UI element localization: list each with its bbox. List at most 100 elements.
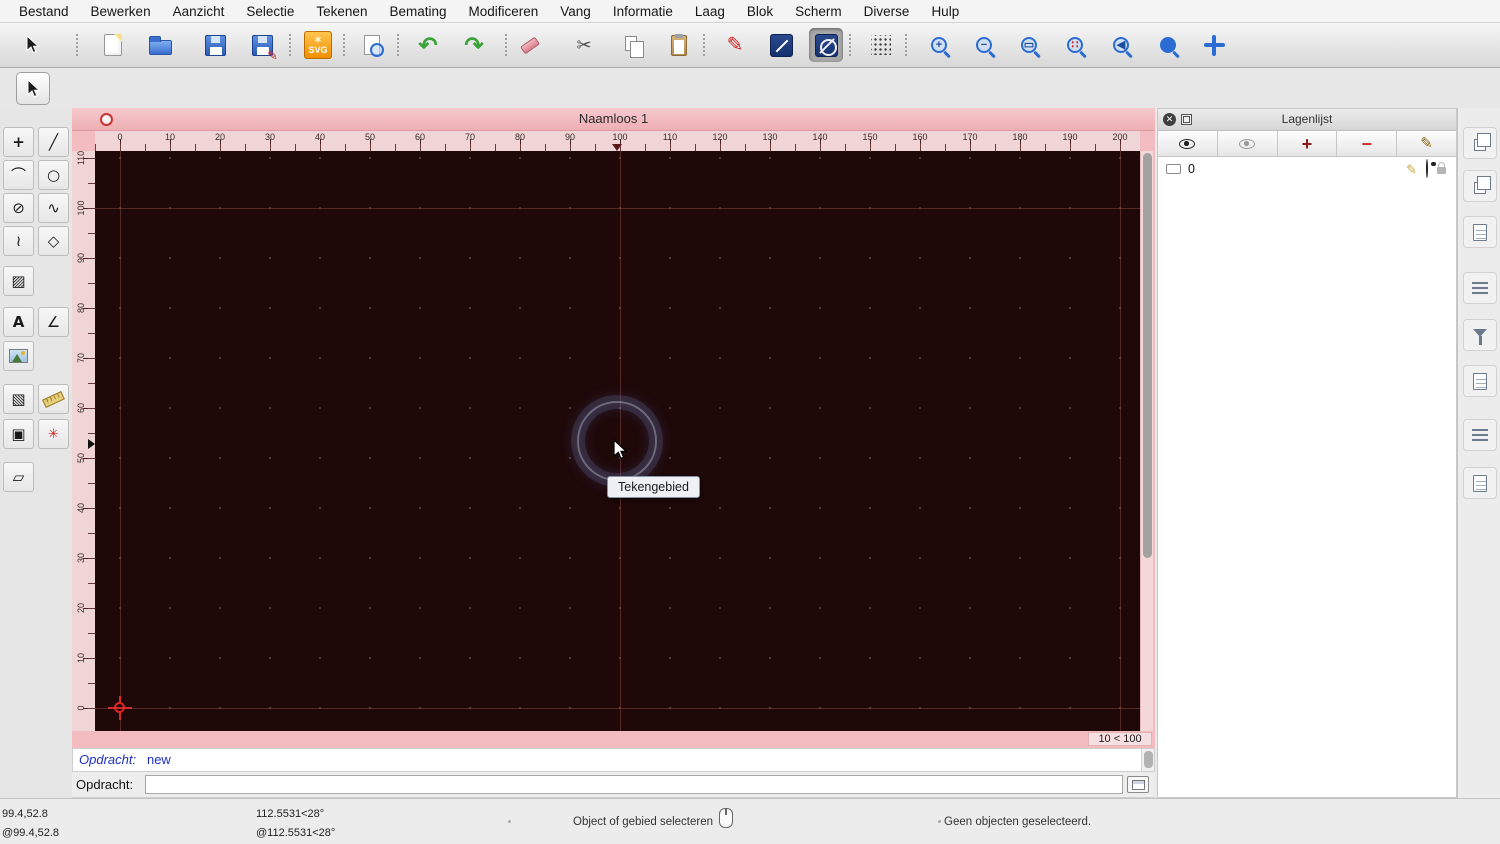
dock-layer-list-button[interactable] — [1463, 170, 1497, 202]
palette-ellipse-button[interactable]: ⊘ — [3, 193, 34, 223]
layer-remove-button[interactable]: − — [1337, 131, 1398, 156]
window-titlebar[interactable]: Naamloos 1 — [72, 108, 1155, 131]
command-panel-button[interactable] — [1127, 776, 1149, 793]
zoom-selection-button[interactable]: ∷ — [1058, 28, 1092, 62]
palette-text-button[interactable]: A — [3, 307, 34, 337]
history-scrollbar-thumb[interactable] — [1144, 751, 1153, 768]
attributes-button[interactable] — [764, 28, 798, 62]
print-preview-icon — [364, 35, 384, 57]
undo-button[interactable]: ↶ — [411, 28, 445, 62]
menu-vang[interactable]: Vang — [549, 0, 602, 23]
h-ruler-label: 150 — [862, 132, 878, 142]
layer-list-icon — [1474, 176, 1491, 194]
svg-export-button[interactable]: SVG — [301, 28, 335, 62]
menu-tekenen[interactable]: Tekenen — [305, 0, 378, 23]
menu-laag[interactable]: Laag — [684, 0, 736, 23]
menu-modificeren[interactable]: Modificeren — [458, 0, 550, 23]
paste-button[interactable] — [662, 28, 696, 62]
palette-polygon-button[interactable]: ◇ — [38, 226, 69, 256]
v-ruler-label: 110 — [76, 151, 86, 166]
dock-selection-filter-button[interactable] — [1463, 319, 1497, 351]
palette-line-button[interactable]: ╱ — [38, 127, 69, 157]
mouse-cursor — [613, 439, 628, 460]
eraser-button[interactable] — [513, 28, 547, 62]
v-ruler-label: 100 — [76, 200, 86, 216]
palette-shape-button[interactable]: ▣ — [3, 419, 34, 449]
menu-bestand[interactable]: Bestand — [8, 0, 80, 23]
menu-selectie[interactable]: Selectie — [235, 0, 305, 23]
history-scrollbar[interactable] — [1141, 749, 1154, 771]
palette-polyline-button[interactable]: ≀ — [3, 226, 34, 256]
save-as-button[interactable]: ✎ — [245, 28, 279, 62]
status-separator-dot — [508, 820, 511, 823]
menu-informatie[interactable]: Informatie — [602, 0, 684, 23]
library-browser-icon — [1473, 372, 1487, 390]
layer-lock-icon[interactable] — [1437, 162, 1446, 174]
pan-button[interactable] — [1197, 28, 1231, 62]
v-ruler-label: 80 — [76, 303, 86, 314]
palette-measure-button[interactable] — [38, 384, 69, 414]
menu-diverse[interactable]: Diverse — [853, 0, 921, 23]
menu-hulp[interactable]: Hulp — [920, 0, 970, 23]
palette-image-button[interactable] — [3, 341, 34, 371]
print-preview-button[interactable] — [355, 28, 389, 62]
menu-aanzicht[interactable]: Aanzicht — [162, 0, 236, 23]
window-zoom-button[interactable] — [1151, 28, 1185, 62]
select-tool-button[interactable] — [15, 28, 49, 62]
redo-button[interactable]: ↷ — [457, 28, 491, 62]
dock-command-line-button[interactable] — [1463, 419, 1497, 451]
grid-toggle-button[interactable] — [864, 28, 898, 62]
dock-block-list-button[interactable] — [1463, 216, 1497, 248]
status-hint: Object of gebied selecteren — [573, 816, 714, 828]
polyline-icon: ≀ — [15, 231, 22, 250]
auto-zoom-button[interactable]: ▭ — [1012, 28, 1046, 62]
zoom-out-button[interactable]: − — [967, 28, 1001, 62]
palette-explode-button[interactable]: ✳ — [38, 419, 69, 449]
layer-row[interactable]: 0 ✎ — [1158, 159, 1456, 179]
dock-property-editor-button[interactable] — [1463, 127, 1497, 159]
dock-view-list-button[interactable] — [1463, 272, 1497, 304]
layer-edit-button[interactable]: ✎ — [1397, 131, 1456, 156]
command-history-value: new — [146, 752, 171, 767]
palette-hatch-button[interactable]: ▨ — [3, 266, 34, 296]
drawing-canvas[interactable]: Tekengebied — [95, 151, 1140, 731]
new-file-button[interactable] — [96, 28, 130, 62]
layer-color-swatch[interactable] — [1166, 164, 1181, 174]
toolbar-separator — [76, 33, 78, 58]
cut-button[interactable]: ✂ — [567, 28, 601, 62]
save-button[interactable] — [198, 28, 232, 62]
palette-circle-button[interactable]: ○ — [38, 160, 69, 190]
copy-button[interactable] — [616, 28, 650, 62]
menu-blok[interactable]: Blok — [736, 0, 784, 23]
palette-arc-button[interactable]: ⌒ — [3, 160, 34, 190]
canvas-scrollbar-thumb[interactable] — [1143, 153, 1152, 558]
canvas-scrollbar[interactable] — [1140, 151, 1153, 731]
ellipse-tool-button[interactable] — [809, 28, 843, 62]
layers-hide-all-button[interactable] — [1217, 131, 1278, 156]
palette-spline-button[interactable]: ∿ — [38, 193, 69, 223]
layers-show-all-button[interactable] — [1158, 131, 1218, 156]
panel-close-button[interactable]: ✕ — [1163, 113, 1176, 126]
menu-bewerken[interactable]: Bewerken — [80, 0, 162, 23]
dock-library-browser-button[interactable] — [1463, 365, 1497, 397]
pen-button[interactable]: ✎ — [718, 28, 752, 62]
dock-clipboard-button[interactable] — [1463, 467, 1497, 499]
layer-add-button[interactable]: + — [1277, 131, 1338, 156]
layer-visible-icon[interactable] — [1426, 159, 1428, 178]
palette-dimension-button[interactable]: ∠ — [38, 307, 69, 337]
command-prompt-label: Opdracht: — [76, 777, 134, 792]
command-input[interactable] — [145, 775, 1123, 794]
palette-3d-button[interactable]: ▱ — [3, 462, 34, 492]
menu-scherm[interactable]: Scherm — [784, 0, 853, 23]
origin-circle — [114, 702, 125, 713]
menu-bemating[interactable]: Bemating — [378, 0, 457, 23]
palette-hatch-edit-button[interactable]: ▧ — [3, 384, 34, 414]
palette-point-button[interactable]: + — [3, 127, 34, 157]
panel-float-button[interactable] — [1181, 114, 1192, 125]
previous-view-button[interactable]: ◀ — [1104, 28, 1138, 62]
open-file-button[interactable] — [143, 28, 177, 62]
h-ruler-label: 140 — [812, 132, 828, 142]
zoom-in-button[interactable]: + — [922, 28, 956, 62]
active-select-tool-button[interactable] — [16, 72, 50, 105]
layer-edit-icon[interactable]: ✎ — [1406, 163, 1417, 176]
